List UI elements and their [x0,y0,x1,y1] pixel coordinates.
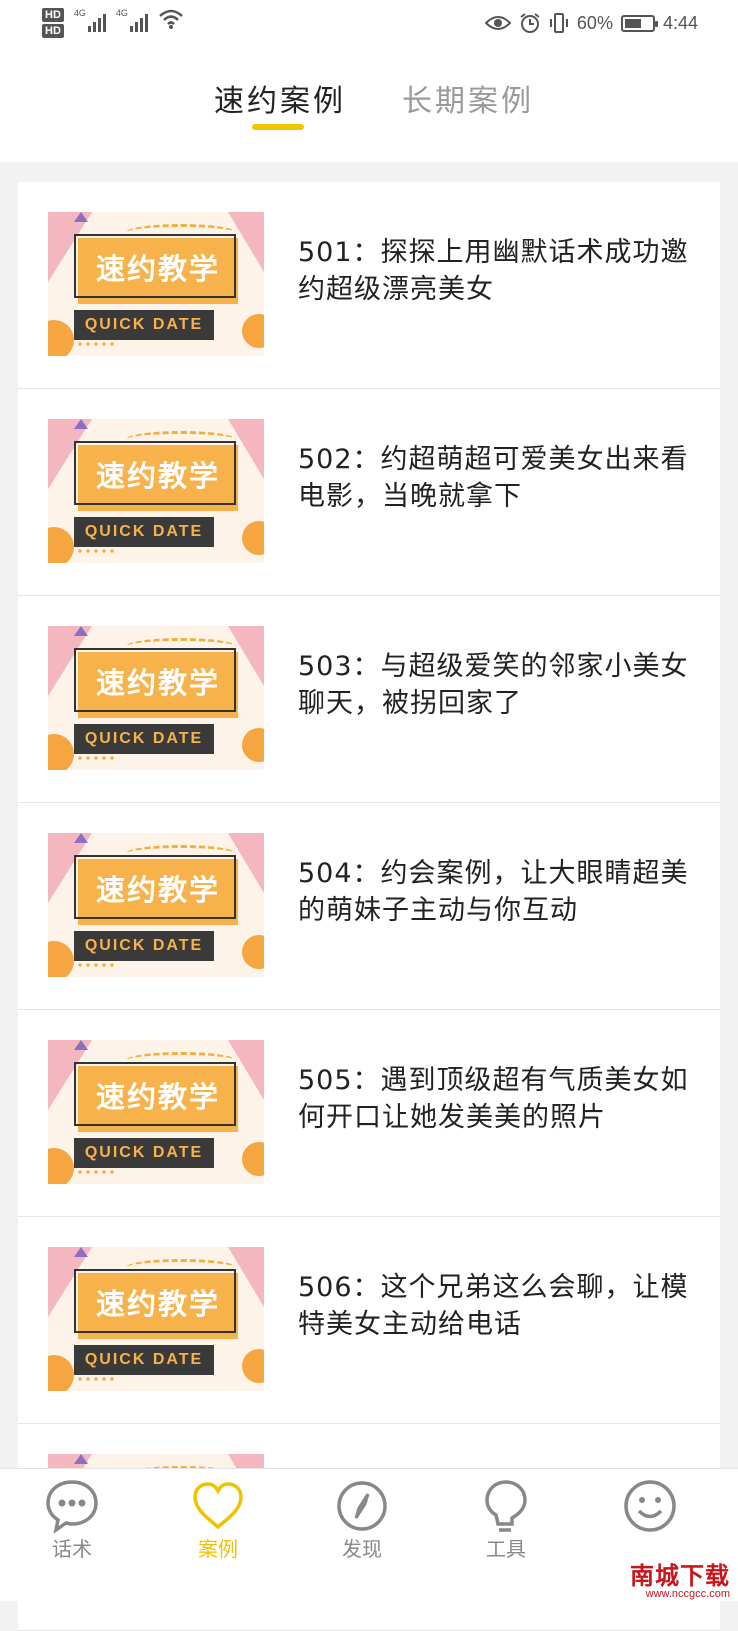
signal-2-icon: 4G [116,8,148,32]
thumb-dots [76,1375,116,1385]
thumb-triangle [74,833,88,843]
active-tab-indicator [252,124,304,130]
thumb-circle-left [48,527,74,563]
lightbulb-icon [485,1480,527,1532]
case-list-item[interactable]: 速约教学 QUICK DATE 504：约会案例，让大眼睛超美的萌妹子主动与你互动 [18,803,720,1010]
case-title: 503：与超级爱笑的邻家小美女聊天，被拐回家了 [298,651,689,719]
net-type-2: 4G [115,8,128,18]
thumb-circle-left [48,941,74,977]
bottom-nav: 话术 案例 发现 工具 [0,1468,738,1601]
thumb-circle-right [242,1142,264,1176]
case-list: 速约教学 QUICK DATE 501：探探上用幽默话术成功邀约超级漂亮美女 速约教学… [18,182,720,1631]
heart-icon [193,1482,243,1530]
case-title: 502：约超萌超可爱美女出来看电影，当晚就拿下 [298,444,689,512]
tab-long-term-cases[interactable]: 长期案例 [402,76,534,120]
thumb-title: 速约教学 [95,1080,220,1114]
case-list-item[interactable]: 速约教学 QUICK DATE 506：这个兄弟这么会聊，让模特美女主动给电话 [18,1217,720,1424]
thumb-triangle [74,1454,88,1464]
thumb-circle-left [48,1148,74,1184]
nav-label-cases: 案例 [198,1537,238,1561]
case-thumbnail: 速约教学 QUICK DATE [48,419,264,563]
thumb-title: 速约教学 [95,252,220,286]
case-thumbnail: 速约教学 QUICK DATE [48,833,264,977]
battery-icon [620,14,658,32]
smiley-icon [624,1480,676,1532]
thumb-circle-left [48,734,74,770]
case-list-item[interactable]: 速约教学 QUICK DATE 505：遇到顶级超有气质美女如何开口让她发美美的照片 [18,1010,720,1217]
chat-bubble-icon [46,1480,98,1534]
net-type-1: 4G [73,8,86,18]
case-thumbnail: 速约教学 QUICK DATE [48,1247,264,1391]
case-thumbnail: 速约教学 QUICK DATE [48,626,264,770]
thumb-circle-left [48,320,74,356]
eye-icon [484,16,511,30]
thumb-title: 速约教学 [95,666,220,700]
thumb-triangle [74,212,88,222]
case-title: 505：遇到顶级超有气质美女如何开口让她发美美的照片 [298,1065,689,1133]
hd2-badge: HD [42,24,64,38]
case-list-item[interactable]: 速约教学 QUICK DATE 502：约超萌超可爱美女出来看电影，当晚就拿下 [18,389,720,596]
thumb-subtitle: QUICK DATE [74,310,214,340]
nav-item-discover[interactable]: 发现 [312,1477,412,1562]
thumb-circle-left [48,1355,74,1391]
hd-indicators: HD HD [42,8,64,38]
thumb-subtitle: QUICK DATE [74,517,214,547]
case-list-item[interactable]: 速约教学 QUICK DATE 503：与超级爱笑的邻家小美女聊天，被拐回家了 [18,596,720,803]
tab-quick-date-cases[interactable]: 速约案例 [214,76,346,120]
thumb-circle-right [242,314,264,348]
thumb-title: 速约教学 [95,459,220,493]
nav-label-discover: 发现 [342,1537,382,1561]
case-title: 506：这个兄弟这么会聊，让模特美女主动给电话 [298,1272,689,1340]
watermark-text: 南城下载 [630,1562,730,1590]
thumb-circle-right [242,935,264,969]
compass-icon [337,1481,387,1531]
wifi-icon [159,9,183,29]
vibrate-icon [549,13,568,33]
signal-1-icon: 4G [74,8,106,32]
thumb-circle-right [242,1349,264,1383]
thumb-dots [76,547,116,557]
nav-label-tools: 工具 [486,1537,526,1561]
thumb-subtitle: QUICK DATE [74,931,214,961]
thumb-triangle [74,419,88,429]
case-title: 501：探探上用幽默话术成功邀约超级漂亮美女 [298,237,689,305]
thumb-subtitle: QUICK DATE [74,724,214,754]
thumb-dots [76,961,116,971]
case-thumbnail: 速约教学 QUICK DATE [48,1040,264,1184]
nav-item-cases[interactable]: 案例 [168,1477,268,1562]
thumb-dots [76,340,116,350]
watermark: 南城下载 www.nccgcc.com [630,1564,730,1600]
thumb-dots [76,754,116,764]
clock: 4:44 [662,12,698,33]
nav-item-tools[interactable]: 工具 [456,1477,556,1562]
battery-fill [624,18,641,28]
alarm-icon [520,13,540,33]
watermark-url: www.nccgcc.com [645,1588,730,1600]
status-right: 60% 4:44 [484,12,698,34]
case-thumbnail: 速约教学 QUICK DATE [48,212,264,356]
thumb-dots [76,1168,116,1178]
battery-percent: 60% [576,12,613,33]
nav-item-profile[interactable] [600,1477,700,1533]
case-list-item[interactable]: 速约教学 QUICK DATE 501：探探上用幽默话术成功邀约超级漂亮美女 [18,182,720,389]
status-left: HD HD 4G 4G [42,8,184,38]
thumb-circle-right [242,728,264,762]
nav-label-scripts: 话术 [52,1537,92,1561]
thumb-triangle [74,626,88,636]
tab-bar: 速约案例 长期案例 [0,52,738,162]
nav-item-scripts[interactable]: 话术 [22,1477,122,1562]
thumb-circle-right [242,521,264,555]
thumb-title: 速约教学 [95,873,220,907]
thumb-triangle [74,1040,88,1050]
thumb-subtitle: QUICK DATE [74,1138,214,1168]
thumb-title: 速约教学 [95,1287,220,1321]
status-bar: HD HD 4G 4G 60% 4:44 [0,0,738,52]
case-title: 504：约会案例，让大眼睛超美的萌妹子主动与你互动 [298,858,689,926]
thumb-subtitle: QUICK DATE [74,1345,214,1375]
thumb-triangle [74,1247,88,1257]
hd1-badge: HD [42,8,64,22]
